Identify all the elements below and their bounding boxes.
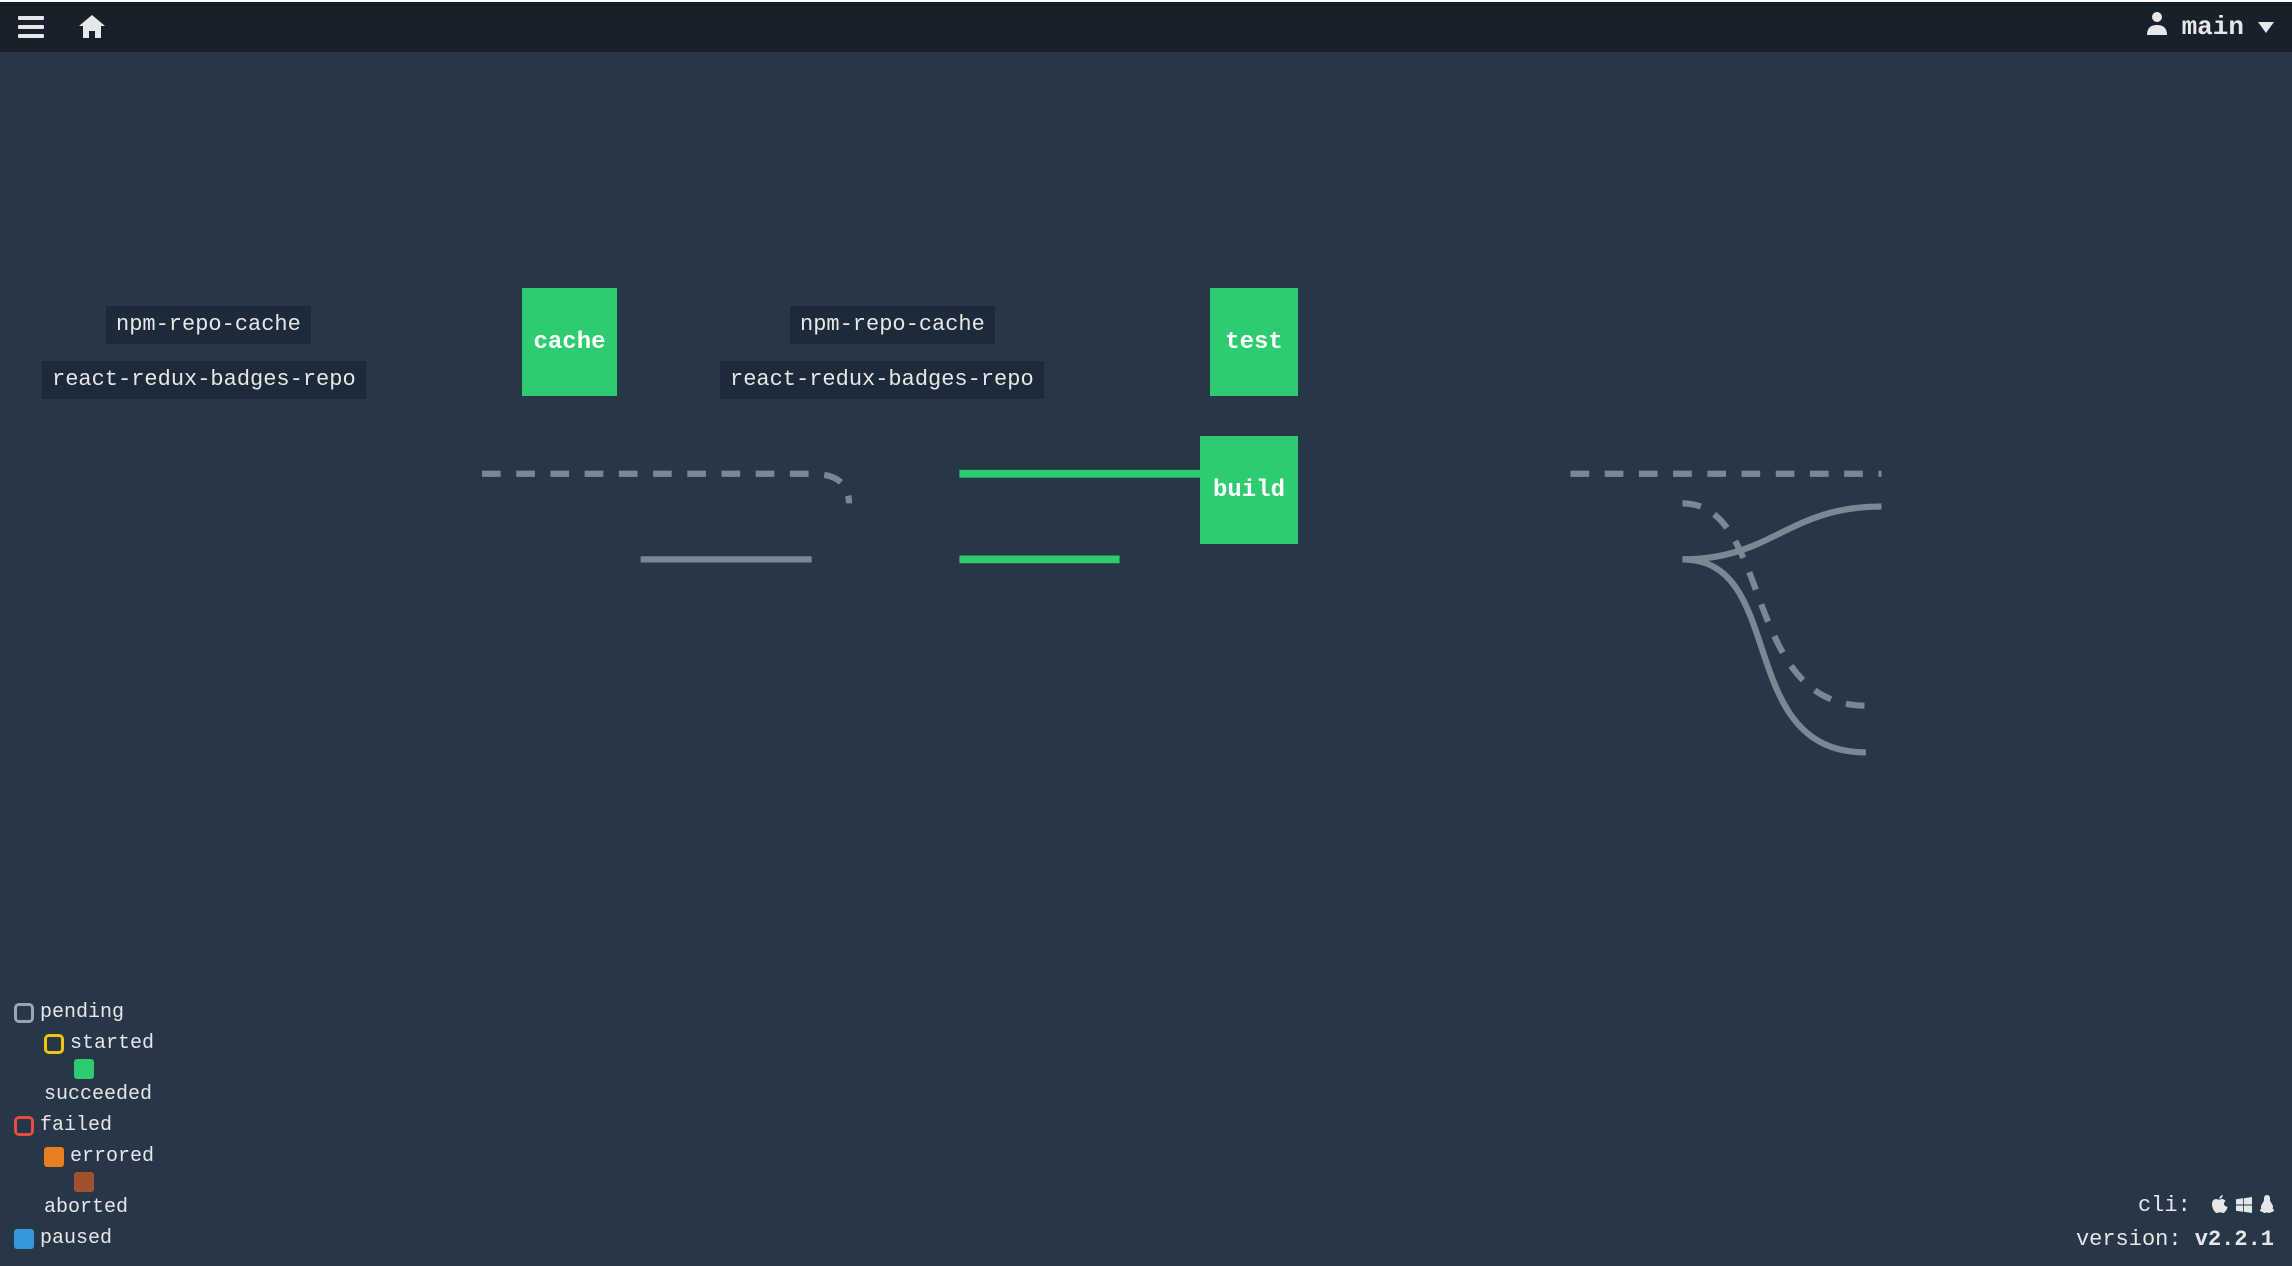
legend-label: started xyxy=(70,1028,154,1059)
footer: cli: version: v2.2.1 xyxy=(2076,1190,2274,1256)
legend-label: aborted xyxy=(44,1192,128,1223)
legend-succeeded: succeeded xyxy=(14,1079,154,1110)
legend-swatch-started-icon xyxy=(44,1034,64,1054)
user-label: main xyxy=(2182,12,2244,42)
pipeline-edges xyxy=(0,52,2292,1266)
legend: pending started succeeded failed errored… xyxy=(14,997,154,1254)
legend-label: paused xyxy=(40,1223,112,1254)
resource-react-redux-badges-repo-input[interactable]: react-redux-badges-repo xyxy=(42,361,366,399)
legend-label: pending xyxy=(40,997,124,1028)
pipeline-canvas[interactable]: npm-repo-cache react-redux-badges-repo c… xyxy=(0,52,2292,1266)
job-build[interactable]: build xyxy=(1200,436,1298,544)
legend-paused: paused xyxy=(14,1223,154,1254)
cli-label: cli: xyxy=(2138,1193,2191,1218)
windows-icon[interactable] xyxy=(2236,1192,2252,1224)
legend-errored: errored xyxy=(14,1141,154,1172)
legend-swatch-errored-icon xyxy=(44,1147,64,1167)
legend-label: succeeded xyxy=(44,1079,152,1110)
legend-aborted: aborted xyxy=(14,1192,154,1223)
linux-icon[interactable] xyxy=(2260,1192,2274,1224)
legend-swatch-succeeded-icon xyxy=(74,1059,94,1079)
hamburger-icon[interactable] xyxy=(18,16,44,38)
legend-label: failed xyxy=(40,1110,112,1141)
apple-icon[interactable] xyxy=(2212,1192,2228,1224)
resource-npm-repo-cache-output[interactable]: npm-repo-cache xyxy=(790,306,995,344)
legend-pending: pending xyxy=(14,997,154,1028)
legend-failed: failed xyxy=(14,1110,154,1141)
legend-swatch-paused-icon xyxy=(14,1229,34,1249)
legend-swatch-aborted-icon xyxy=(74,1172,94,1192)
legend-succeeded-swatch-row xyxy=(14,1059,154,1079)
resource-react-redux-badges-repo-output[interactable]: react-redux-badges-repo xyxy=(720,361,1044,399)
version-label: version: xyxy=(2076,1227,2182,1252)
cli-download-icons xyxy=(2212,1192,2274,1224)
version-value[interactable]: v2.2.1 xyxy=(2195,1227,2274,1252)
job-test[interactable]: test xyxy=(1210,288,1298,396)
cli-row: cli: xyxy=(2076,1190,2274,1224)
job-cache[interactable]: cache xyxy=(522,288,617,396)
legend-started: started xyxy=(14,1028,154,1059)
resource-npm-repo-cache-input[interactable]: npm-repo-cache xyxy=(106,306,311,344)
user-icon xyxy=(2146,11,2168,43)
chevron-down-icon xyxy=(2258,12,2274,42)
legend-swatch-failed-icon xyxy=(14,1116,34,1136)
top-bar-left xyxy=(18,15,106,39)
legend-swatch-pending-icon xyxy=(14,1003,34,1023)
legend-label: errored xyxy=(70,1141,154,1172)
version-row: version: v2.2.1 xyxy=(2076,1224,2274,1256)
home-icon[interactable] xyxy=(78,15,106,39)
legend-aborted-swatch-row xyxy=(14,1172,154,1192)
user-menu[interactable]: main xyxy=(2146,11,2274,43)
top-bar: main xyxy=(0,0,2292,52)
